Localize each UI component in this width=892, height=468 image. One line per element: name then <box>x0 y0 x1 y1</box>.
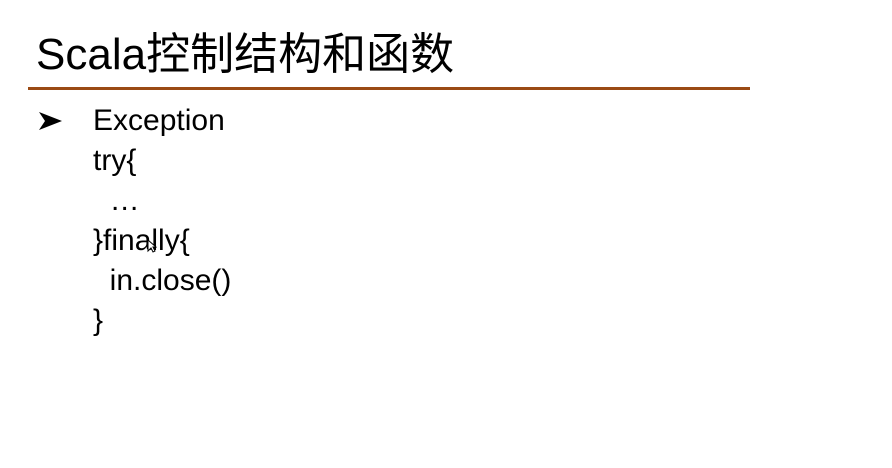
code-line-try: try{ <box>93 144 137 177</box>
bullet-content: Exception try{ … }finally{ in.close() } <box>93 101 231 341</box>
code-line-close: in.close() <box>93 264 232 297</box>
code-line-closing-brace: } <box>93 304 104 337</box>
title-underline <box>28 87 750 90</box>
bullet-text: Exception <box>93 104 225 137</box>
code-line-ellipsis: … <box>93 184 140 217</box>
mouse-cursor-icon <box>147 239 157 253</box>
code-line-finally: }finally{ <box>93 224 190 257</box>
slide: Scala控制结构和函数 Exception try{ … }finally{ … <box>0 0 892 468</box>
arrowhead-bullet-icon <box>39 112 62 130</box>
slide-title: Scala控制结构和函数 <box>36 30 455 79</box>
